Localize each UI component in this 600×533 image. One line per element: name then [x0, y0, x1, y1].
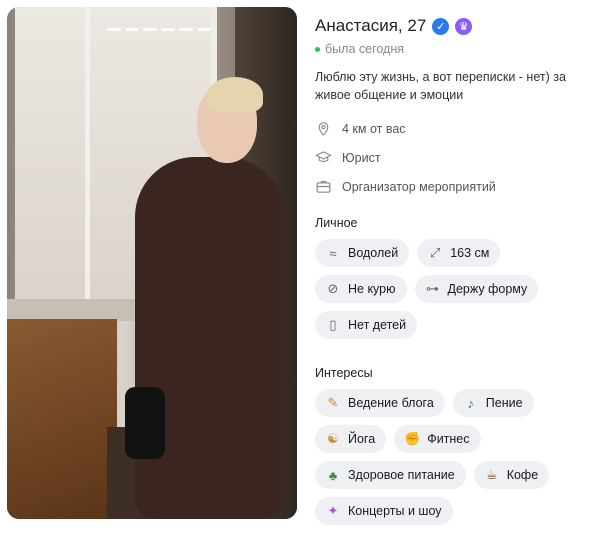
- title-row: Анастасия, 27 ✓ ♛: [315, 14, 595, 38]
- fact-job-label: Юрист: [342, 150, 381, 165]
- coffee-icon: ☕: [485, 467, 498, 482]
- yoga-icon: ☯: [327, 431, 339, 446]
- photo-dot[interactable]: [143, 28, 157, 31]
- tag-interest-food[interactable]: ♣ Здоровое питание: [315, 461, 466, 489]
- pen-icon: ✎: [327, 395, 339, 410]
- tag-label: Водолей: [348, 246, 399, 260]
- photo-dot[interactable]: [161, 28, 175, 31]
- profile-name: Анастасия, 27: [315, 16, 427, 35]
- tag-interest-coffee[interactable]: ☕ Кофе: [473, 461, 550, 489]
- baby-bottle-icon: ▯: [329, 317, 337, 332]
- photo-pagination[interactable]: [107, 28, 211, 31]
- photo-figure-hair: [207, 77, 263, 113]
- tag-zodiac[interactable]: ≈ Водолей: [315, 239, 410, 267]
- profile-facts: 4 км от вас Юрист Организатор мероприяти…: [315, 114, 595, 201]
- height-icon: ⤢: [430, 245, 441, 260]
- photo-dot[interactable]: [179, 28, 193, 31]
- interests-tags: ✎ Ведение блога ♪ Пение ☯ Йога ✊ Фитнес ♣ Здо…: [315, 389, 595, 525]
- briefcase-icon: [316, 180, 331, 193]
- fact-distance: 4 км от вас: [315, 114, 595, 143]
- online-status: была сегодня: [315, 42, 595, 56]
- fact-occupation-label: Организатор мероприятий: [342, 179, 496, 194]
- tag-smoking[interactable]: ⊘ Не курю: [315, 275, 407, 303]
- tag-label: Йога: [348, 432, 376, 446]
- tag-label: Здоровое питание: [348, 468, 455, 482]
- tag-label: Кофе: [506, 468, 539, 482]
- no-smoking-icon: ⊘: [327, 281, 339, 296]
- personal-tags: ≈ Водолей ⤢ 163 см ⊘ Не курю ⊶ Держу форму ▯…: [315, 239, 595, 339]
- photo-figure-body: [135, 157, 285, 519]
- interests-section: Интересы ✎ Ведение блога ♪ Пение ☯ Йога ✊ Фи…: [315, 366, 595, 525]
- tag-interest-yoga[interactable]: ☯ Йога: [315, 425, 387, 453]
- sparkle-icon: ✦: [327, 503, 339, 518]
- graduation-cap-icon: [315, 151, 332, 162]
- aquarius-icon: ≈: [329, 245, 337, 261]
- profile-photo[interactable]: [7, 7, 297, 519]
- location-pin-icon: [318, 122, 329, 136]
- tag-children[interactable]: ▯ Нет детей: [315, 311, 418, 339]
- tag-label: Концерты и шоу: [348, 504, 442, 518]
- tag-interest-singing[interactable]: ♪ Пение: [452, 389, 534, 417]
- tag-label: Нет детей: [348, 318, 407, 332]
- tag-interest-concerts[interactable]: ✦ Концерты и шоу: [315, 497, 453, 525]
- tag-interest-blog[interactable]: ✎ Ведение блога: [315, 389, 445, 417]
- flexed-arm-icon: ✊: [404, 431, 421, 446]
- tag-label: 163 см: [450, 246, 490, 260]
- photo-table: [7, 319, 117, 519]
- tag-label: Держу форму: [447, 282, 528, 296]
- personal-section: Личное ≈ Водолей ⤢ 163 см ⊘ Не курю ⊶ Держу …: [315, 216, 595, 339]
- tag-label: Не курю: [348, 282, 396, 296]
- fact-distance-label: 4 км от вас: [342, 121, 406, 136]
- online-dot-icon: [315, 46, 320, 52]
- interests-heading: Интересы: [315, 366, 373, 380]
- profile-bio: Люблю эту жизнь, а вот переписки - нет) …: [315, 70, 566, 102]
- tag-label: Ведение блога: [348, 396, 434, 410]
- profile-info: Анастасия, 27 ✓ ♛ была сегодня Люблю эту…: [315, 14, 595, 525]
- tag-interest-fitness[interactable]: ✊ Фитнес: [394, 425, 481, 453]
- crown-icon: ♛: [455, 17, 473, 35]
- photo-dot[interactable]: [197, 28, 211, 31]
- tag-fitness[interactable]: ⊶ Держу форму: [414, 275, 539, 303]
- verified-icon: ✓: [432, 17, 450, 35]
- status-text: была сегодня: [325, 42, 404, 56]
- broccoli-icon: ♣: [328, 467, 338, 483]
- fact-job: Юрист: [315, 143, 595, 172]
- tag-height[interactable]: ⤢ 163 см: [417, 239, 501, 267]
- singing-icon: ♪: [467, 395, 475, 411]
- tag-label: Фитнес: [427, 432, 470, 446]
- fact-occupation: Организатор мероприятий: [315, 172, 595, 201]
- personal-heading: Личное: [315, 216, 358, 230]
- dumbbell-icon: ⊶: [426, 281, 439, 296]
- photo-bag: [125, 387, 165, 459]
- tag-label: Пение: [485, 396, 523, 410]
- photo-dot[interactable]: [125, 28, 139, 31]
- photo-dot[interactable]: [107, 28, 121, 31]
